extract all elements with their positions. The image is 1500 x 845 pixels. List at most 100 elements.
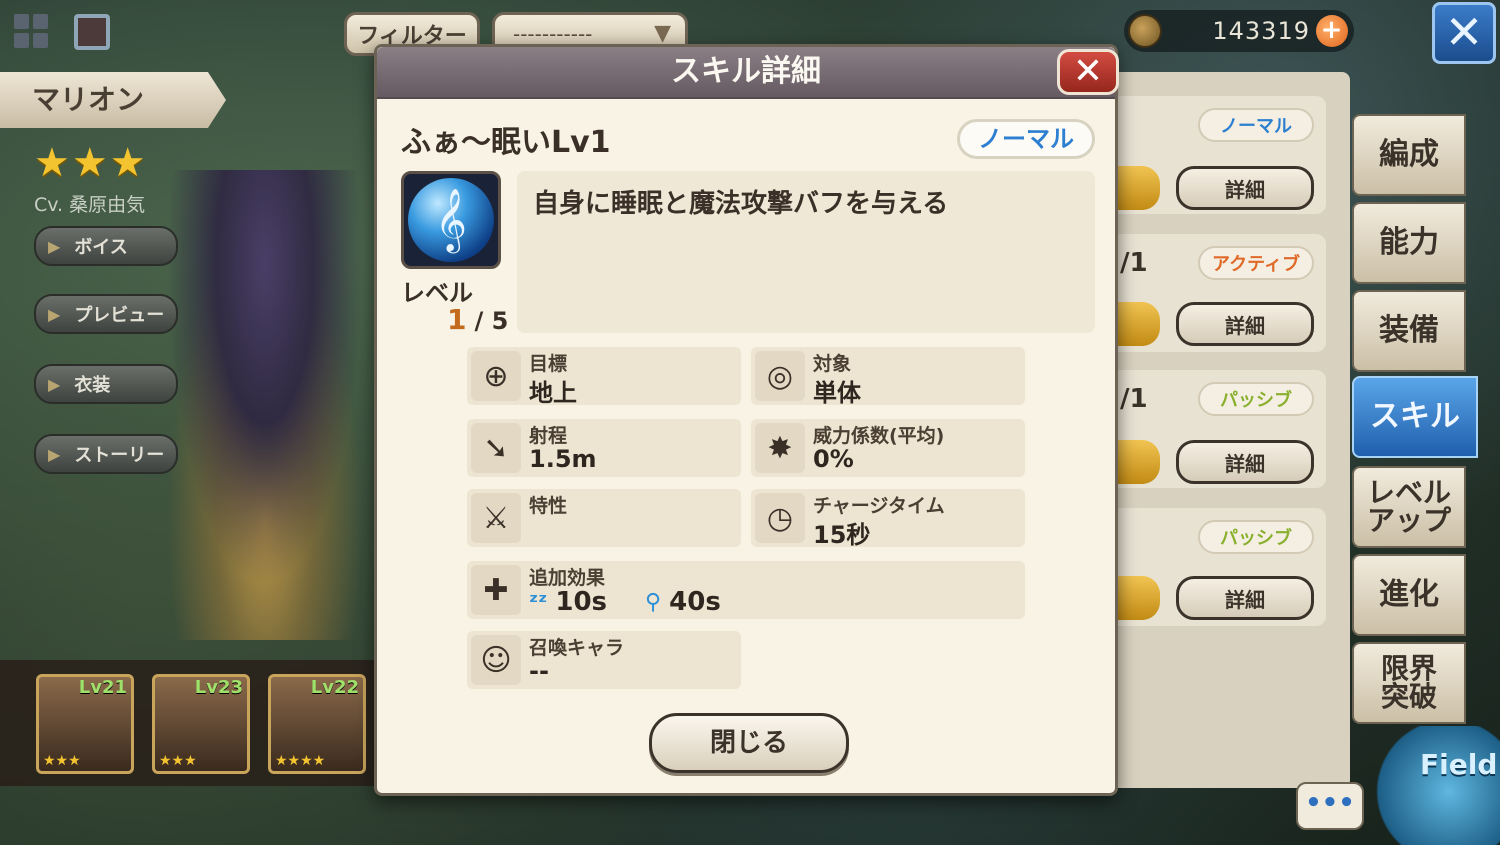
detail-button[interactable]: 詳細 <box>1176 576 1314 620</box>
level-max: / 5 <box>474 307 509 335</box>
stat-extra-effect: ✚ 追加効果 ᶻᶻ 10s ⚲ 40s <box>467 561 1025 619</box>
stat-value: 15秒 <box>813 521 871 549</box>
stat-trait: ⚔ 特性 <box>467 489 741 547</box>
character-stars: ★★★ <box>34 140 148 186</box>
plus-icon[interactable]: + <box>1316 15 1348 47</box>
stat-label: チャージタイム <box>813 495 945 517</box>
coin-icon <box>1128 14 1162 48</box>
stat-power: ✸ 威力係数(平均) 0% <box>751 419 1025 477</box>
grid-icon[interactable] <box>14 14 48 48</box>
tab-equipment[interactable]: 装備 <box>1352 290 1466 372</box>
tab-level-up[interactable]: レベル アップ <box>1352 466 1466 548</box>
burst-icon: ✸ <box>755 423 805 473</box>
preview-button[interactable]: ▶ プレビュー <box>34 294 178 334</box>
skill-type-badge: ノーマル <box>957 119 1095 159</box>
party-member-card[interactable]: Lv21 ★★★ <box>36 674 134 774</box>
level-current: 1 <box>447 303 467 336</box>
story-button[interactable]: ▶ ストーリー <box>34 434 178 474</box>
stat-range: ➘ 射程 1.5m <box>467 419 741 477</box>
sleep-effect-duration: 10s <box>555 587 608 617</box>
stat-value: -- <box>529 657 549 685</box>
stat-label: 召喚キャラ <box>529 637 625 659</box>
magic-buff-icon: ⚲ <box>645 589 662 615</box>
skill-icon: 𝄞 <box>401 171 501 269</box>
story-button-label: ストーリー <box>74 445 165 466</box>
detail-button[interactable]: 詳細 <box>1176 302 1314 346</box>
tab-ability[interactable]: 能力 <box>1352 202 1466 284</box>
stat-label: 射程 <box>529 425 568 447</box>
skill-type-pill: パッシブ <box>1198 382 1314 416</box>
tab-formation[interactable]: 編成 <box>1352 114 1466 196</box>
stat-label: 対象 <box>813 353 852 375</box>
party-member-level: Lv23 <box>194 677 243 698</box>
sword-plus-icon: ✚ <box>471 565 521 615</box>
skill-type-pill: パッシブ <box>1198 520 1314 554</box>
play-icon: ▶ <box>48 304 61 324</box>
stat-value: 単体 <box>813 379 861 407</box>
dialog-title: スキル詳細 <box>377 47 1115 99</box>
character-art <box>150 170 380 640</box>
clock-icon: ◷ <box>755 493 805 543</box>
skill-type-pill: ノーマル <box>1198 108 1314 142</box>
sleep-effect-icon: ᶻᶻ <box>529 589 548 615</box>
tab-evolution[interactable]: 進化 <box>1352 554 1466 636</box>
stat-value: 1.5m <box>529 445 597 473</box>
chevron-down-icon: ▼ <box>654 21 671 46</box>
field-mascot[interactable] <box>1372 726 1500 845</box>
voice-button-label: ボイス <box>74 237 128 258</box>
stat-label: 特性 <box>529 495 568 517</box>
party-member-stars: ★★★★ <box>275 753 326 769</box>
currency-display: 143319 + <box>1124 10 1354 52</box>
skill-detail-dialog: スキル詳細 ✕ ふぁ〜眠いLv1 ノーマル 𝄞 レベル 1/ 5 自身に睡眠と魔… <box>374 44 1119 796</box>
magic-buff-duration: 40s <box>669 587 721 617</box>
party-member-card[interactable]: Lv23 ★★★ <box>152 674 250 774</box>
skill-level-fragment: /1 <box>1120 384 1148 414</box>
detail-button[interactable]: 詳細 <box>1176 440 1314 484</box>
preview-button-label: プレビュー <box>74 305 165 326</box>
party-member-level: Lv22 <box>310 677 359 698</box>
top-left-icons <box>14 14 110 50</box>
stat-target: ⊕ 目標 地上 <box>467 347 741 407</box>
dialog-close-button[interactable]: ✕ <box>1057 49 1119 95</box>
voice-button[interactable]: ▶ ボイス <box>34 226 178 266</box>
party-member-card[interactable]: Lv22 ★★★★ <box>268 674 366 774</box>
tab-skill[interactable]: スキル <box>1352 376 1478 458</box>
party-strip: Lv21 ★★★ Lv23 ★★★ Lv22 ★★★★ <box>0 660 376 786</box>
crosshair-icon: ⊕ <box>471 351 521 401</box>
summon-icon: ☺ <box>471 635 521 685</box>
square-icon[interactable] <box>74 14 110 50</box>
chat-button[interactable]: ••• <box>1296 782 1364 830</box>
field-label: Field <box>1420 748 1498 781</box>
close-icon[interactable]: ✕ <box>1432 2 1496 64</box>
stat-value: 0% <box>813 445 854 473</box>
skill-type-pill: アクティブ <box>1198 246 1314 280</box>
stat-label: 威力係数(平均) <box>813 425 945 447</box>
costume-button[interactable]: ▶ 衣装 <box>34 364 178 404</box>
extra-effects: ᶻᶻ 10s ⚲ 40s <box>529 587 721 617</box>
filter-select-value: ----------- <box>513 22 593 46</box>
stat-subject: ◎ 対象 単体 <box>751 347 1025 407</box>
currency-amount: 143319 <box>1212 17 1310 45</box>
party-member-stars: ★★★ <box>43 753 81 769</box>
treble-clef-icon: 𝄞 <box>408 178 494 262</box>
sword-icon: ⚔ <box>471 493 521 543</box>
play-icon: ▶ <box>48 444 61 464</box>
arrow-icon: ➘ <box>471 423 521 473</box>
play-icon: ▶ <box>48 374 61 394</box>
stat-charge: ◷ チャージタイム 15秒 <box>751 489 1025 549</box>
party-member-stars: ★★★ <box>159 753 197 769</box>
single-target-icon: ◎ <box>755 351 805 401</box>
skill-name: ふぁ〜眠いLv1 <box>401 125 611 160</box>
play-icon: ▶ <box>48 236 61 256</box>
close-button[interactable]: 閉じる <box>649 713 849 773</box>
detail-button[interactable]: 詳細 <box>1176 166 1314 210</box>
voice-actor: Cv. 桑原由気 <box>34 194 146 216</box>
skill-level-fragment: /1 <box>1120 248 1148 278</box>
stat-label: 目標 <box>529 353 568 375</box>
tab-limit-break[interactable]: 限界 突破 <box>1352 642 1466 724</box>
stat-label: 追加効果 <box>529 567 606 589</box>
stat-summon: ☺ 召喚キャラ -- <box>467 631 741 689</box>
costume-button-label: 衣装 <box>74 375 111 396</box>
party-member-level: Lv21 <box>78 677 127 698</box>
skill-description: 自身に睡眠と魔法攻撃バフを与える <box>517 171 1095 333</box>
